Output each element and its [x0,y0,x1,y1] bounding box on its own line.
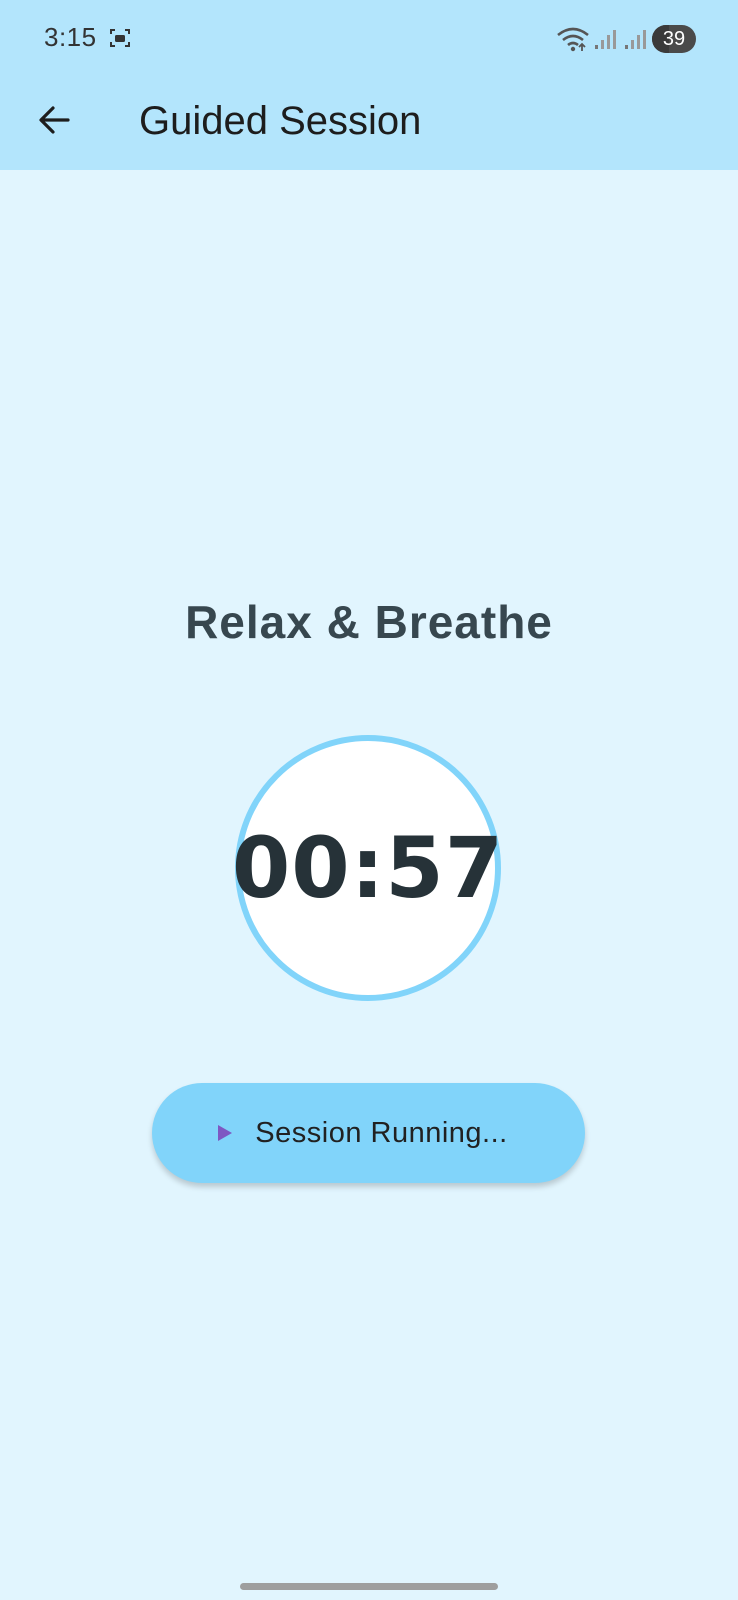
arrow-back-icon [39,106,70,134]
signal-icon [625,30,646,49]
session-title: Relax & Breathe [185,596,553,648]
status-time: 3:15 [44,22,97,52]
home-indicator[interactable] [240,1583,498,1590]
back-button[interactable] [26,92,82,148]
signal-icon [595,30,616,49]
session-status-label: Session Running... [255,1116,508,1149]
timer-display: 00:57 [231,819,505,917]
battery-level: 39 [662,28,686,50]
session-status-button[interactable]: Session Running... [152,1083,585,1183]
page-title: Guided Session [139,99,422,143]
screenshot-icon [110,29,130,47]
play-icon [218,1125,233,1141]
app-bar: Guided Session [0,80,738,170]
timer-circle: 00:57 [231,735,505,1001]
battery-icon: 39 [652,25,696,53]
status-bar: 3:15 39 [0,0,738,80]
wifi-icon [557,27,589,52]
